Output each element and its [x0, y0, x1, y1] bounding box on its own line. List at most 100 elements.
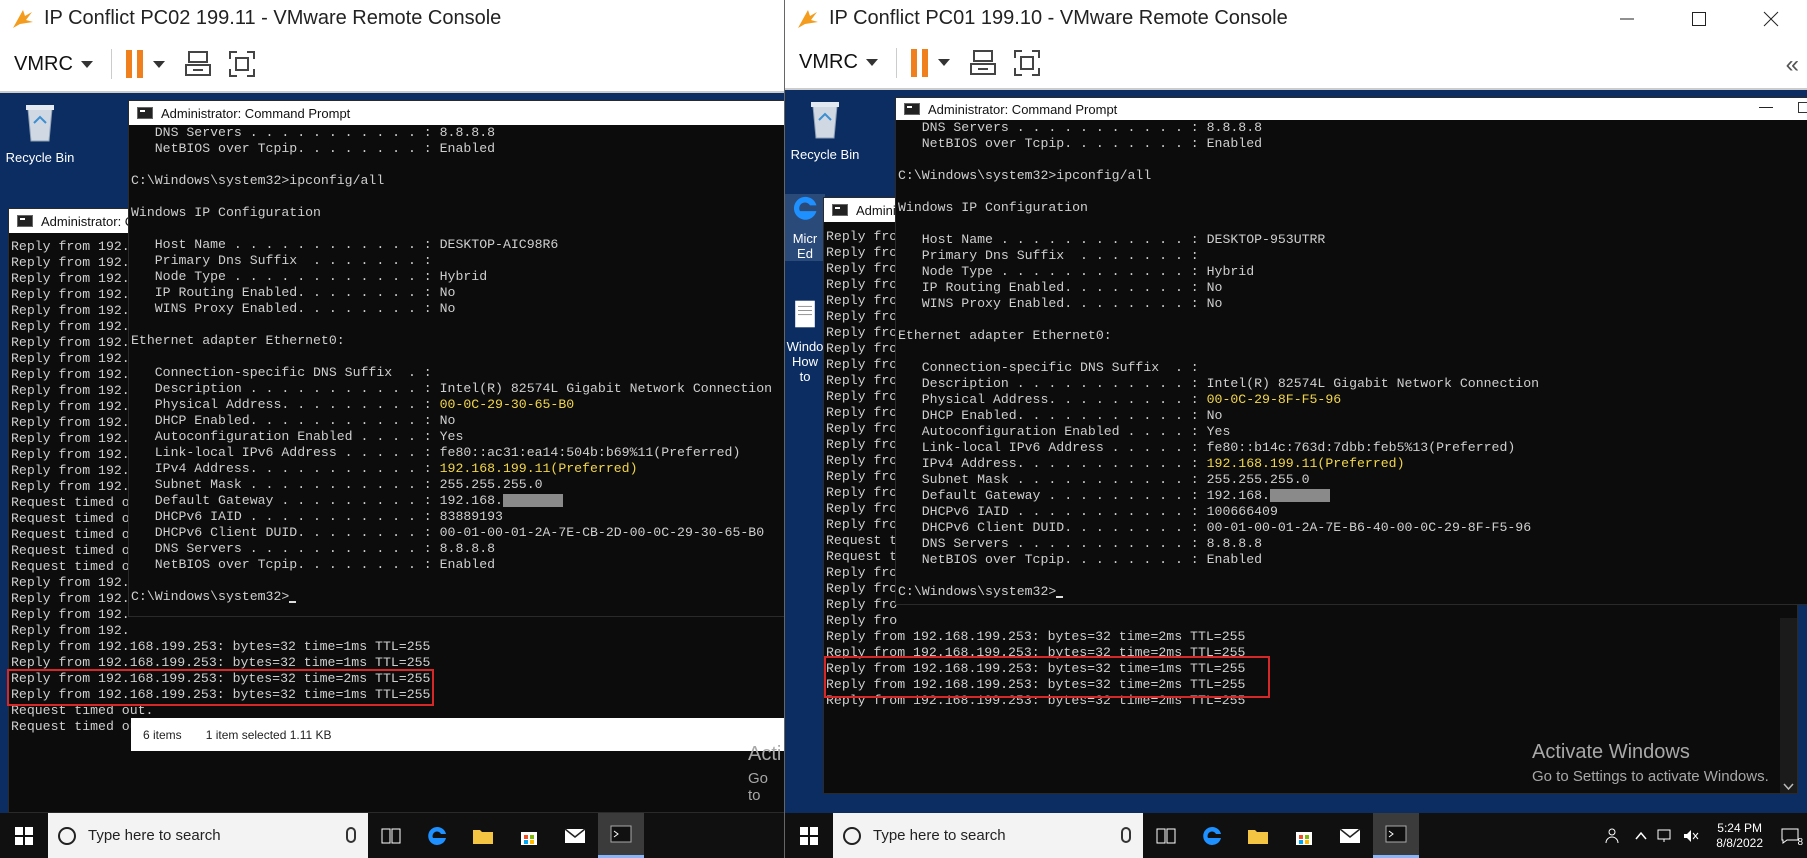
fullscreen-icon[interactable]	[1012, 48, 1042, 78]
clock-date: 8/8/2022	[1716, 835, 1763, 850]
command-prompt-taskbar-icon[interactable]	[598, 813, 644, 858]
task-view-icon[interactable]	[1143, 813, 1189, 858]
pause-icon[interactable]	[910, 48, 928, 77]
activate-subtitle: Go to	[748, 770, 769, 804]
notification-count: 8	[1797, 837, 1803, 848]
window-title: IP Conflict PC02 199.11 - VMware Remote …	[44, 7, 502, 29]
desktop-icon-label: Recycle Bin	[790, 147, 860, 162]
maximize-button[interactable]	[1663, 0, 1735, 37]
cmd-title-bar[interactable]: Administrator: Command Prompt	[129, 101, 784, 125]
maximize-icon	[1692, 11, 1706, 26]
console-line: Connection-specific DNS Suffix . :	[898, 360, 1199, 375]
vmrc-toolbar: VMRC «	[785, 37, 1807, 90]
title-bar[interactable]: IP Conflict PC01 199.10 - VMware Remote …	[785, 0, 1807, 37]
console-line: Reply from 192.168.199.253: bytes=32 tim…	[826, 629, 1246, 644]
file-explorer-icon[interactable]	[460, 813, 506, 858]
people-icon[interactable]	[1604, 826, 1624, 846]
minimize-button[interactable]	[1591, 0, 1663, 37]
console-line: Subnet Mask . . . . . . . . . . . : 255.…	[898, 472, 1310, 487]
windows-taskbar: Type here to search	[785, 813, 1807, 858]
microphone-icon[interactable]	[346, 827, 356, 843]
chevron-up-icon[interactable]	[1634, 829, 1648, 843]
desktop-icon-recycle-bin[interactable]: Recycle Bin	[0, 101, 80, 165]
status-selection: 1 item selected 1.11 KB	[205, 727, 332, 742]
console-line: DNS Servers . . . . . . . . . . . : 8.8.…	[131, 125, 496, 140]
volume-muted-icon[interactable]	[1682, 828, 1700, 844]
console-line: DHCP Enabled. . . . . . . . . . . : No	[898, 408, 1223, 423]
clock-time: 5:24 PM	[1717, 820, 1762, 835]
highlight-box-timeouts	[7, 669, 434, 706]
task-view-icon[interactable]	[368, 813, 414, 858]
system-tray: 5:24 PM 8/8/2022 8	[1604, 813, 1807, 858]
console-line: IP Routing Enabled. . . . . . . . : No	[898, 280, 1223, 295]
edge-icon[interactable]	[1189, 813, 1235, 858]
maximize-icon[interactable]	[1798, 102, 1807, 113]
cmd-window-ipconfig[interactable]: Administrator: Command Prompt DNS Server…	[128, 100, 784, 617]
activate-windows-watermark: Acti Go to	[748, 743, 784, 804]
console-line: Node Type . . . . . . . . . . . . : Hybr…	[898, 264, 1255, 279]
store-icon[interactable]	[1281, 813, 1327, 858]
taskbar-clock[interactable]: 5:24 PM 8/8/2022	[1716, 821, 1763, 851]
console-line: Ethernet adapter Ethernet0:	[898, 328, 1112, 343]
taskbar-search-box[interactable]: Type here to search	[48, 813, 368, 858]
vmrc-menu-button[interactable]: VMRC	[799, 51, 858, 74]
console-line: Default Gateway . . . . . . . . . : 192.…	[898, 488, 1807, 504]
notification-center-button[interactable]: 8	[1773, 813, 1807, 858]
desktop-icon-windows-howto[interactable]: Windo How to	[785, 296, 825, 384]
windows-logo-icon	[15, 826, 33, 845]
desktop-icon-label: Recycle Bin	[5, 150, 75, 165]
chevron-down-icon[interactable]	[937, 59, 950, 66]
desktop-icon-edge[interactable]: Micr Ed	[785, 194, 825, 261]
chevron-down-icon[interactable]	[80, 60, 93, 68]
text-cursor	[1056, 596, 1064, 598]
taskbar-search-box[interactable]: Type here to search	[833, 813, 1143, 858]
windows-taskbar: Type here to search	[0, 813, 784, 858]
start-button[interactable]	[0, 813, 48, 858]
toolbar-divider	[110, 49, 112, 79]
console-line: Windows IP Configuration	[898, 200, 1088, 215]
vmrc-menu-button[interactable]: VMRC	[14, 53, 73, 76]
cmd-icon	[904, 103, 920, 115]
title-bar[interactable]: IP Conflict PC02 199.11 - VMware Remote …	[0, 0, 784, 37]
start-button[interactable]	[785, 813, 833, 858]
recycle-bin-icon	[811, 102, 839, 139]
console-line: DHCPv6 IAID . . . . . . . . . . . : 1006…	[898, 504, 1278, 519]
console-line: Reply fro	[826, 613, 898, 628]
vmrc-window-pc01: IP Conflict PC01 199.10 - VMware Remote …	[785, 0, 1807, 858]
highlight-box-replies	[824, 656, 1270, 698]
cmd-window-ipconfig[interactable]: Administrator: Command Prompt — DNS Serv…	[895, 97, 1807, 605]
console-line: DHCPv6 IAID . . . . . . . . . . . : 8388…	[131, 509, 503, 524]
pause-icon[interactable]	[125, 50, 143, 78]
activate-title: Activate Windows	[1532, 741, 1690, 763]
close-button[interactable]	[1735, 0, 1807, 37]
cmd-scrollbar[interactable]	[1780, 618, 1797, 793]
send-ctrl-alt-del-icon[interactable]	[968, 48, 998, 78]
window-title: IP Conflict PC01 199.10 - VMware Remote …	[829, 7, 1288, 29]
chevron-down-icon[interactable]	[152, 60, 165, 68]
edge-icon[interactable]	[414, 813, 460, 858]
console-line: Autoconfiguration Enabled . . . . : Yes	[898, 424, 1231, 439]
network-icon[interactable]	[1656, 828, 1676, 844]
window-controls	[1591, 0, 1807, 37]
chevron-down-icon[interactable]	[865, 59, 878, 66]
command-prompt-taskbar-icon[interactable]	[1373, 813, 1419, 858]
store-icon[interactable]	[506, 813, 552, 858]
file-explorer-icon[interactable]	[1235, 813, 1281, 858]
mail-icon[interactable]	[1327, 813, 1373, 858]
mail-icon[interactable]	[552, 813, 598, 858]
console-line: Connection-specific DNS Suffix . :	[131, 365, 432, 380]
cmd-title-bar[interactable]: Administrator: Command Prompt —	[896, 98, 1807, 120]
console-line: DNS Servers . . . . . . . . . . . : 8.8.…	[898, 536, 1263, 551]
minimize-icon[interactable]: —	[1759, 98, 1773, 114]
console-line: DHCPv6 Client DUID. . . . . . . . : 00-0…	[131, 525, 765, 540]
collapse-toolbar-icon[interactable]: «	[1786, 51, 1799, 79]
microphone-icon[interactable]	[1121, 827, 1131, 843]
fullscreen-icon[interactable]	[227, 49, 257, 79]
console-line: NetBIOS over Tcpip. . . . . . . . : Enab…	[898, 552, 1263, 567]
cmd-icon	[17, 215, 33, 227]
send-ctrl-alt-del-icon[interactable]	[183, 49, 213, 79]
console-line: C:\Windows\system32>	[898, 584, 1807, 600]
desktop-icon-recycle-bin[interactable]: Recycle Bin	[785, 98, 865, 162]
cmd-title: Administrator: Co	[41, 213, 142, 229]
